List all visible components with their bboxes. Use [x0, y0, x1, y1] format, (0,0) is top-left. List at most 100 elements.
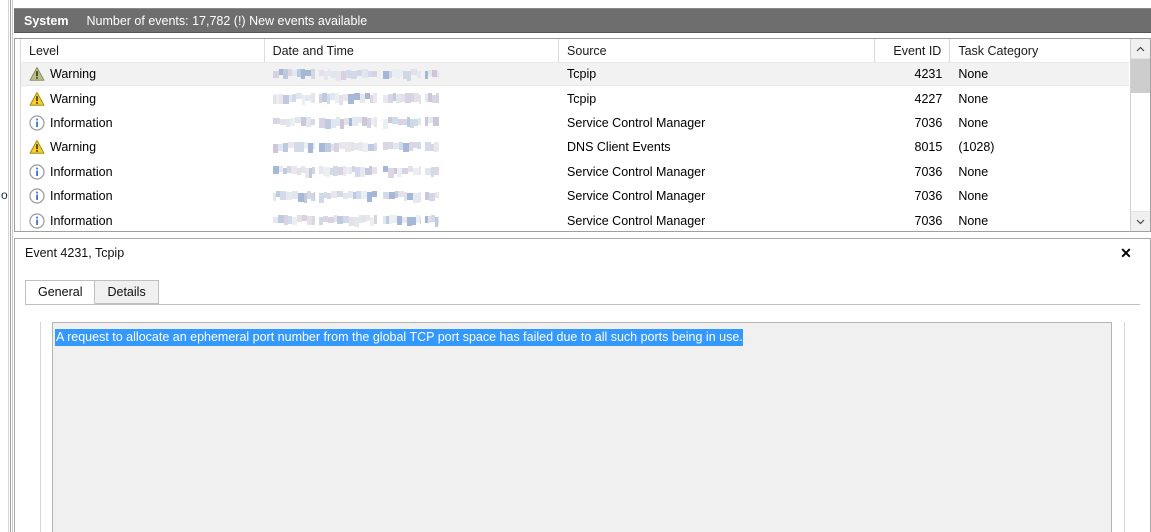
task-category-label: None	[958, 67, 988, 81]
column-header-event-id[interactable]: Event ID	[875, 39, 950, 62]
information-icon	[29, 115, 45, 131]
source-label: Service Control Manager	[567, 165, 705, 179]
cell-task-category: None	[950, 208, 1129, 231]
source-label: DNS Client Events	[567, 140, 671, 154]
task-category-label: None	[958, 165, 988, 179]
log-name-label: System	[14, 14, 68, 28]
table-row[interactable]: Warning Tcpip 4227 None	[21, 86, 1129, 110]
scrollbar-thumb[interactable]	[1131, 59, 1150, 93]
cell-level: Warning	[21, 86, 265, 110]
event-id-label: 4231	[915, 67, 943, 81]
window-edge-rule-3	[12, 0, 13, 532]
redacted-datetime	[273, 93, 438, 104]
source-label: Service Control Manager	[567, 214, 705, 228]
tab-label: Details	[107, 285, 145, 299]
redacted-datetime	[273, 117, 438, 128]
redacted-datetime	[273, 166, 438, 177]
redacted-datetime	[273, 215, 438, 226]
cell-task-category: (1028)	[950, 135, 1129, 159]
event-rows[interactable]: Warning Tcpip 4231 None Warning Tcpip 4227 None…	[21, 62, 1129, 231]
tab-general[interactable]: General	[25, 280, 95, 304]
event-list[interactable]: Level Date and Time Source Event ID Task Cat…	[14, 38, 1151, 232]
close-icon[interactable]: ✕	[1116, 243, 1136, 263]
cell-source: Service Control Manager	[559, 160, 875, 184]
detail-inner-rule-right	[1124, 322, 1125, 532]
information-icon	[29, 213, 45, 229]
information-icon	[29, 188, 45, 204]
column-header-source[interactable]: Source	[559, 39, 875, 62]
cell-event-id: 4231	[875, 63, 950, 85]
cell-task-category: None	[950, 63, 1129, 85]
event-id-label: 4227	[915, 92, 943, 106]
cell-level: Information	[21, 111, 265, 135]
cell-event-id: 7036	[875, 184, 950, 208]
level-label: Information	[50, 189, 113, 203]
column-header-date-and-time[interactable]: Date and Time	[265, 39, 559, 62]
cell-task-category: None	[950, 111, 1129, 135]
event-count-status: Number of events: 17,782 (!) New events …	[68, 14, 367, 28]
cell-event-id: 4227	[875, 86, 950, 110]
level-label: Information	[50, 165, 113, 179]
task-category-label: None	[958, 116, 988, 130]
source-label: Tcpip	[567, 67, 596, 81]
level-label: Warning	[50, 67, 96, 81]
cell-source: Tcpip	[559, 86, 875, 110]
warning-icon	[29, 91, 45, 107]
cell-source: Service Control Manager	[559, 184, 875, 208]
column-header-label: Task Category	[958, 44, 1038, 58]
cell-date-time	[265, 184, 559, 208]
cell-date-time	[265, 160, 559, 184]
cell-event-id: 7036	[875, 160, 950, 184]
source-label: Tcpip	[567, 92, 596, 106]
cell-task-category: None	[950, 86, 1129, 110]
cell-level: Warning	[21, 135, 265, 159]
clipped-gutter-text: o	[1, 188, 8, 202]
cell-date-time	[265, 111, 559, 135]
column-header-level[interactable]: Level	[21, 39, 265, 62]
table-row[interactable]: Information Service Control Manager7036 No…	[21, 184, 1129, 208]
cell-task-category: None	[950, 160, 1129, 184]
column-header-label: Event ID	[893, 44, 941, 58]
table-row[interactable]: Information Service Control Manager 7036 No…	[21, 208, 1129, 231]
warning-icon	[29, 139, 45, 155]
cell-task-category: None	[950, 184, 1129, 208]
event-detail-pane: Event 4231, Tcpip ✕ GeneralDetails A req…	[14, 238, 1151, 532]
detail-tabstrip[interactable]: General Details	[25, 281, 1140, 305]
table-row[interactable]: Warning Tcpip 4231 None	[21, 62, 1129, 86]
task-category-label: (1028)	[958, 140, 994, 154]
information-icon	[29, 164, 45, 180]
column-header-task-category[interactable]: Task Category	[950, 39, 1129, 62]
cell-event-id: 7036	[875, 111, 950, 135]
source-label: Service Control Manager	[567, 116, 705, 130]
event-message-text: A request to allocate an ephemeral port …	[55, 329, 743, 346]
table-row[interactable]: WarningDNS Client Events8015(1028)	[21, 135, 1129, 159]
warning-icon	[29, 66, 45, 82]
level-label: Information	[50, 116, 113, 130]
table-row[interactable]: Information Service Control Manager 7036 No…	[21, 160, 1129, 184]
cell-date-time	[265, 63, 559, 85]
cell-event-id: 7036	[875, 208, 950, 231]
level-label: Warning	[50, 140, 96, 154]
log-header-bar: System Number of events: 17,782 (!) New …	[14, 8, 1151, 33]
level-label: Information	[50, 214, 113, 228]
redacted-datetime	[273, 142, 438, 153]
window-edge-rule-2	[10, 0, 11, 532]
scroll-up-arrow-icon[interactable]	[1131, 39, 1150, 59]
cell-level: Information	[21, 208, 265, 231]
cell-date-time	[265, 208, 559, 231]
scroll-down-arrow-icon[interactable]	[1131, 211, 1150, 231]
table-row[interactable]: Information Service Control Manager 7036 No…	[21, 111, 1129, 135]
tab-details[interactable]: Details	[94, 280, 158, 304]
task-category-label: None	[958, 189, 988, 203]
task-category-label: None	[958, 92, 988, 106]
chevron-up-icon	[1136, 46, 1145, 52]
column-header-row[interactable]: Level Date and Time Source Event ID Task Cat…	[21, 39, 1129, 62]
task-category-label: None	[958, 214, 988, 228]
event-message-box[interactable]: A request to allocate an ephemeral port …	[52, 322, 1112, 532]
level-label: Warning	[50, 92, 96, 106]
redacted-datetime	[273, 69, 438, 80]
list-vertical-scrollbar[interactable]	[1130, 39, 1150, 231]
chevron-down-icon	[1136, 219, 1145, 225]
event-id-label: 7036	[915, 165, 943, 179]
column-header-label: Date and Time	[273, 44, 354, 58]
